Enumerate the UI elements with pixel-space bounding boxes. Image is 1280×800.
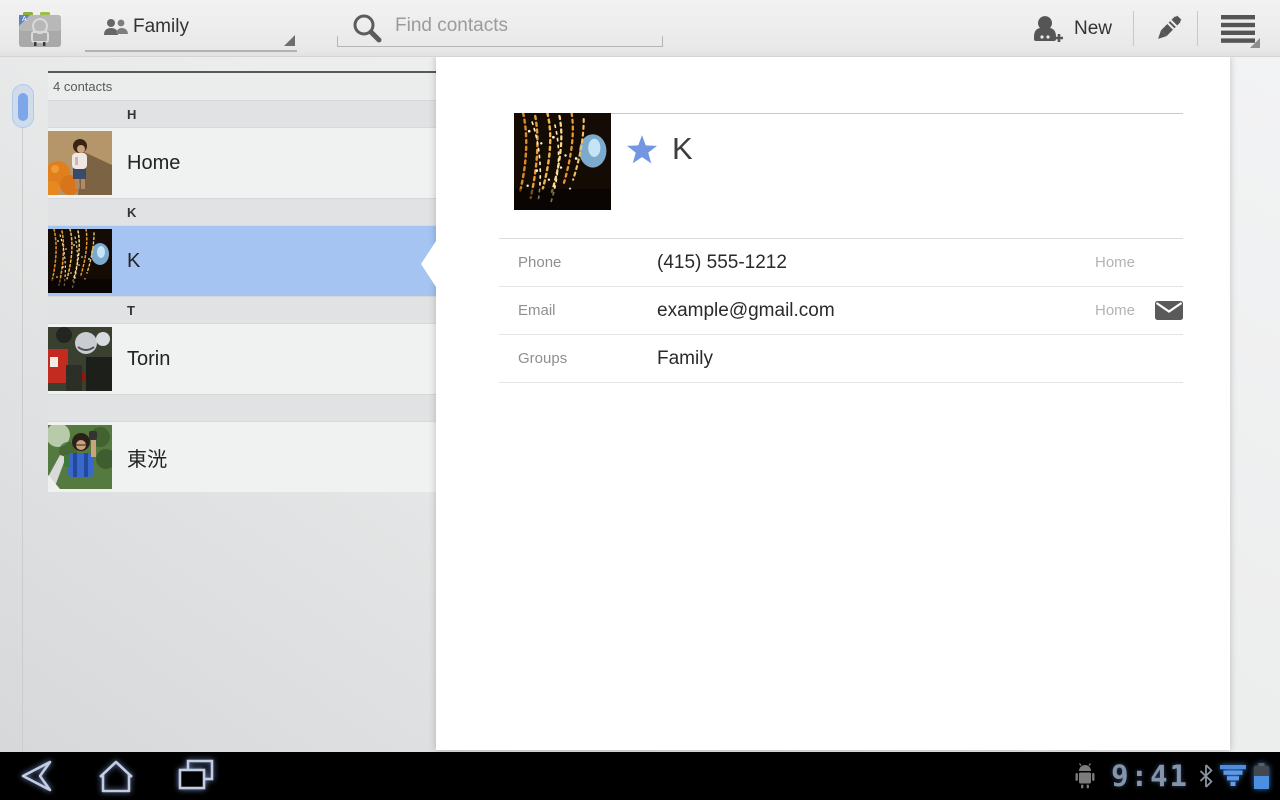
recent-apps-icon bbox=[178, 759, 214, 790]
contacts-app-screen: A Family Find contacts New 4 contacts H … bbox=[0, 0, 1280, 800]
edit-contact-button[interactable] bbox=[1146, 0, 1190, 57]
section-header-t: T bbox=[48, 296, 437, 324]
back-icon bbox=[21, 760, 52, 792]
contacts-app-icon-glyph: A bbox=[19, 12, 61, 47]
contact-count-label: 4 contacts bbox=[48, 73, 437, 100]
menu-button[interactable] bbox=[1212, 0, 1264, 57]
fast-scroll-handle[interactable] bbox=[12, 84, 34, 128]
actionbar-divider bbox=[1133, 11, 1134, 46]
contact-name: K bbox=[127, 249, 141, 272]
email-type-label: Home bbox=[1094, 302, 1135, 319]
group-icon bbox=[104, 19, 128, 35]
contacts-app-icon[interactable]: A bbox=[18, 8, 62, 48]
status-cluster[interactable]: 9:41 bbox=[1073, 752, 1270, 800]
actionbar-divider bbox=[1197, 11, 1198, 46]
contact-photo-home bbox=[48, 131, 112, 195]
content-area: 4 contacts H Home K K T Torin 東洸 K Phone… bbox=[0, 57, 1280, 752]
pencil-icon bbox=[1158, 15, 1182, 39]
phone-type-label: Home bbox=[1094, 254, 1135, 271]
detail-row-phone[interactable]: Phone (415) 555-1212 Home bbox=[499, 239, 1183, 287]
menu-caret-icon bbox=[1250, 38, 1260, 48]
contact-row-torin[interactable]: Torin bbox=[48, 324, 437, 394]
new-contact-button[interactable]: New bbox=[1030, 0, 1130, 57]
fast-scroll-track bbox=[22, 127, 23, 751]
contact-name: Torin bbox=[127, 347, 171, 370]
back-button[interactable] bbox=[14, 757, 58, 795]
field-label: Email bbox=[518, 302, 556, 319]
email-value: example@gmail.com bbox=[657, 299, 835, 321]
detail-header-rule bbox=[611, 113, 1183, 114]
home-icon bbox=[99, 760, 133, 793]
detail-rows: Phone (415) 555-1212 Home Email example@… bbox=[499, 238, 1183, 383]
contact-photo-torin bbox=[48, 327, 112, 391]
contact-row-k-selected[interactable]: K bbox=[48, 226, 437, 296]
detail-contact-photo[interactable] bbox=[514, 113, 611, 210]
selected-contact-pointer bbox=[421, 241, 436, 287]
contact-photo-k bbox=[48, 229, 112, 293]
field-label: Groups bbox=[518, 350, 568, 367]
section-header-h: H bbox=[48, 100, 437, 128]
field-label: Phone bbox=[518, 254, 562, 271]
contact-list: 4 contacts H Home K K T Torin 東洸 bbox=[48, 71, 437, 492]
groups-value: Family bbox=[657, 347, 713, 369]
phone-value: (415) 555-1212 bbox=[657, 251, 787, 273]
contact-name: 東洸 bbox=[127, 448, 167, 471]
signal-icon bbox=[1220, 765, 1246, 786]
contact-row-home[interactable]: Home bbox=[48, 128, 437, 198]
usb-debug-icon bbox=[1075, 763, 1095, 789]
search-field[interactable] bbox=[337, 6, 663, 47]
system-bar: 9:41 bbox=[0, 752, 1280, 800]
section-header-other bbox=[48, 394, 437, 422]
new-button-label: New bbox=[1074, 17, 1113, 39]
bluetooth-icon bbox=[1199, 764, 1213, 788]
action-bar: A Family Find contacts New bbox=[0, 0, 1280, 57]
detail-row-email[interactable]: Email example@gmail.com Home bbox=[499, 287, 1183, 335]
svg-text:A: A bbox=[22, 16, 27, 23]
battery-icon bbox=[1254, 762, 1269, 789]
group-filter-spinner[interactable]: Family bbox=[85, 4, 297, 52]
search-underline bbox=[337, 36, 663, 47]
contact-detail-panel: K Phone (415) 555-1212 Home Email exampl… bbox=[421, 57, 1230, 750]
add-contact-icon bbox=[1034, 15, 1063, 42]
contact-photo-tohiro bbox=[48, 425, 112, 489]
clock: 9:41 bbox=[1111, 759, 1189, 793]
detail-row-groups[interactable]: Groups Family bbox=[499, 335, 1183, 383]
group-filter-label: Family bbox=[133, 16, 189, 37]
contact-row-tohiro[interactable]: 東洸 bbox=[48, 422, 437, 492]
detail-contact-name: K bbox=[672, 131, 693, 166]
home-button[interactable] bbox=[94, 757, 138, 795]
contact-name: Home bbox=[127, 151, 181, 174]
spinner-caret-icon bbox=[284, 35, 295, 46]
favorite-star-icon[interactable] bbox=[627, 135, 657, 164]
email-icon[interactable] bbox=[1155, 301, 1183, 320]
section-header-k: K bbox=[48, 198, 437, 226]
fast-scroll-pill bbox=[18, 93, 28, 121]
recent-apps-button[interactable] bbox=[174, 757, 218, 795]
